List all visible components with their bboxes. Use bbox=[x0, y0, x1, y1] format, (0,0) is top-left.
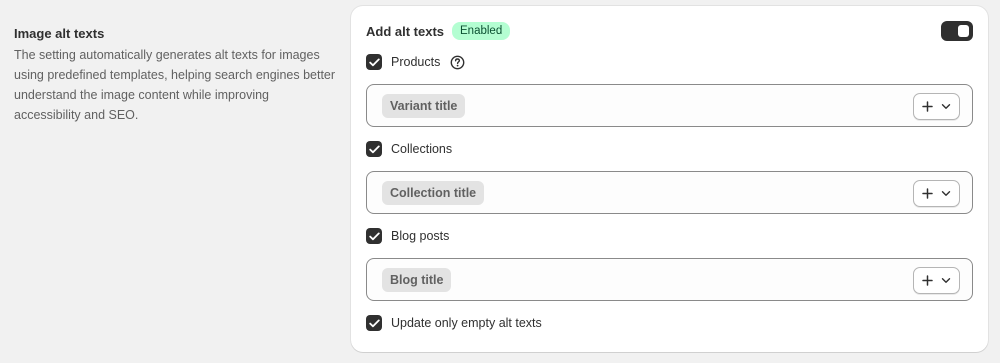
blog-posts-checkbox-row[interactable]: Blog posts bbox=[366, 226, 449, 246]
update-empty-label: Update only empty alt texts bbox=[391, 316, 542, 330]
products-template-field[interactable]: Variant title bbox=[366, 84, 973, 127]
checkmark-icon bbox=[368, 58, 380, 66]
plus-icon bbox=[922, 101, 933, 112]
blog-posts-label: Blog posts bbox=[391, 229, 450, 243]
settings-section-info: Image alt texts The setting automaticall… bbox=[14, 26, 339, 125]
variant-title-chip[interactable]: Variant title bbox=[382, 94, 466, 118]
card-title: Add alt texts bbox=[366, 23, 445, 39]
products-label: Products bbox=[391, 55, 441, 69]
section-title: Image alt texts bbox=[14, 26, 105, 41]
products-add-variable-button[interactable] bbox=[913, 93, 960, 120]
update-empty-checkbox-row[interactable]: Update only empty alt texts bbox=[366, 313, 542, 333]
card-header: Add alt texts Enabled bbox=[366, 20, 973, 42]
collections-label: Collections bbox=[391, 142, 453, 156]
collections-checkbox-row[interactable]: Collections bbox=[366, 139, 452, 159]
blog-posts-add-variable-button[interactable] bbox=[913, 267, 960, 294]
collections-template-field[interactable]: Collection title bbox=[366, 171, 973, 214]
collections-checkbox[interactable] bbox=[366, 141, 382, 157]
products-checkbox-row[interactable]: Products bbox=[366, 52, 465, 72]
alt-text-card: Add alt texts Enabled Products Variant t… bbox=[351, 6, 988, 352]
question-circle-icon[interactable] bbox=[450, 55, 465, 70]
checkmark-icon bbox=[368, 232, 380, 240]
collection-title-chip[interactable]: Collection title bbox=[382, 181, 485, 205]
plus-icon bbox=[922, 188, 933, 199]
checkmark-icon bbox=[368, 319, 380, 327]
plus-icon bbox=[922, 275, 933, 286]
status-badge: Enabled bbox=[452, 22, 511, 40]
chevron-down-icon bbox=[941, 278, 951, 283]
products-checkbox[interactable] bbox=[366, 54, 382, 70]
blog-posts-template-field[interactable]: Blog title bbox=[366, 258, 973, 301]
chevron-down-icon bbox=[941, 104, 951, 109]
update-empty-checkbox[interactable] bbox=[366, 315, 382, 331]
toggle-knob bbox=[958, 25, 969, 37]
checkmark-icon bbox=[368, 145, 380, 153]
blog-title-chip[interactable]: Blog title bbox=[382, 268, 452, 292]
chevron-down-icon bbox=[941, 191, 951, 196]
blog-posts-checkbox[interactable] bbox=[366, 228, 382, 244]
enable-toggle[interactable] bbox=[941, 21, 973, 41]
collections-add-variable-button[interactable] bbox=[913, 180, 960, 207]
section-description: The setting automatically generates alt … bbox=[14, 48, 336, 122]
